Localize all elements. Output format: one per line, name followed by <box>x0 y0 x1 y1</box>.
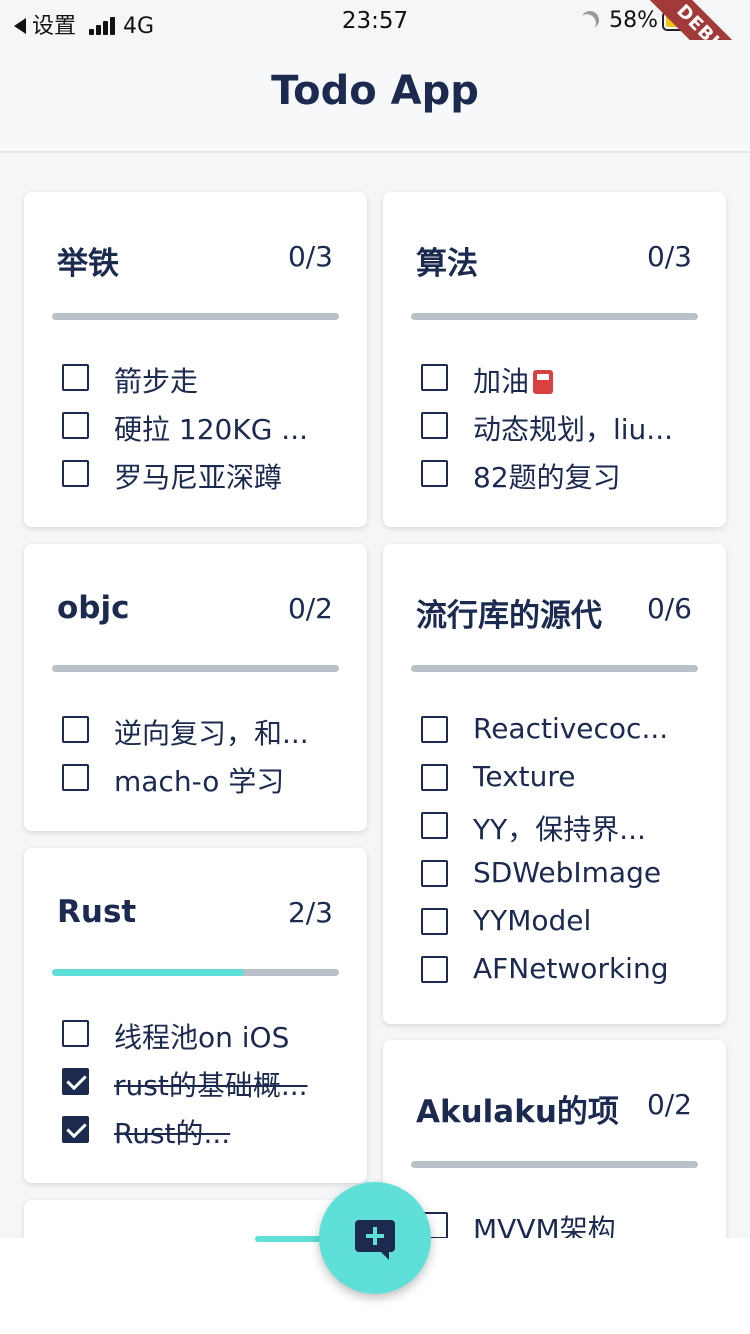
todo-item[interactable]: mach-o 学习 <box>62 760 347 808</box>
checkbox[interactable] <box>62 1020 89 1047</box>
todo-card[interactable]: objc 0/2 逆向复习，和... mach-o 学习 <box>24 544 367 831</box>
checkbox[interactable] <box>62 412 89 439</box>
status-bar: 设置 4G 23:57 58% <box>0 0 750 40</box>
todo-text: 硬拉 120KG ... <box>114 413 309 446</box>
checkbox[interactable] <box>62 364 89 391</box>
battery-percent: 58% <box>609 8 658 33</box>
app-bar: Todo App <box>0 40 750 153</box>
todo-text: 82题的复习 <box>473 461 621 494</box>
do-not-disturb-icon <box>579 8 602 31</box>
progress-peek <box>255 1236 325 1242</box>
todo-card[interactable]: 流行库的源代 0/6 Reactivecoc... Texture YY，保持界… <box>383 544 726 1024</box>
progress-bar <box>411 313 698 320</box>
checkbox[interactable] <box>421 764 448 791</box>
todo-card[interactable]: 举铁 0/3 箭步走 硬拉 120KG ... 罗马尼亚深蹲 <box>24 192 367 527</box>
card-title: 算法 <box>416 246 478 282</box>
todo-text: SDWebImage <box>473 856 662 889</box>
checkbox[interactable] <box>62 460 89 487</box>
todo-item[interactable]: 逆向复习，和... <box>62 712 347 760</box>
add-todo-button[interactable] <box>319 1182 431 1294</box>
todo-item[interactable]: 线程池on iOS <box>62 1016 347 1064</box>
progress-bar <box>411 1161 698 1168</box>
page-title: Todo App <box>271 68 479 114</box>
checkbox[interactable] <box>62 1116 89 1143</box>
fuel-pump-icon <box>533 370 554 394</box>
todo-text: 线程池on iOS <box>114 1021 290 1054</box>
todo-item[interactable]: AFNetworking <box>421 952 706 1000</box>
card-count: 0/6 <box>646 592 692 625</box>
progress-bar <box>52 665 339 672</box>
todo-text: Rust的... <box>114 1117 231 1150</box>
checkbox[interactable] <box>421 908 448 935</box>
todo-item[interactable]: 罗马尼亚深蹲 <box>62 456 347 504</box>
todo-item[interactable]: Rust的... <box>62 1112 347 1160</box>
todo-list: Reactivecoc... Texture YY，保持界... SDWebIm… <box>421 712 706 1000</box>
todo-item[interactable]: YY，保持界... <box>421 808 706 856</box>
add-comment-icon <box>355 1220 395 1260</box>
checkbox[interactable] <box>421 412 448 439</box>
todo-item[interactable]: 82题的复习 <box>421 456 706 504</box>
checkbox[interactable] <box>62 764 89 791</box>
progress-bar <box>52 969 339 976</box>
todo-list: 加油 动态规划，liu... 82题的复习 <box>421 360 706 504</box>
todo-text: Reactivecoc... <box>473 712 669 745</box>
card-title: 举铁 <box>57 246 119 282</box>
todo-item[interactable]: 动态规划，liu... <box>421 408 706 456</box>
checkbox[interactable] <box>421 716 448 743</box>
card-count: 0/3 <box>646 240 692 273</box>
todo-text: 加油 <box>473 360 554 400</box>
todo-text: Texture <box>473 760 576 793</box>
card-count: 2/3 <box>287 896 333 929</box>
todo-item[interactable]: Texture <box>421 760 706 808</box>
checkbox[interactable] <box>421 956 448 983</box>
todo-text: AFNetworking <box>473 952 669 985</box>
todo-item[interactable]: 加油 <box>421 360 706 408</box>
todo-text: rust的基础概... <box>114 1069 308 1102</box>
todo-list: 逆向复习，和... mach-o 学习 <box>62 712 347 808</box>
todo-card[interactable]: Rust 2/3 线程池on iOS rust的基础概... Rust的... <box>24 848 367 1183</box>
card-title: objc <box>57 590 130 626</box>
card-count: 0/2 <box>287 592 333 625</box>
todo-text: mach-o 学习 <box>114 765 285 798</box>
todo-item[interactable]: 硬拉 120KG ... <box>62 408 347 456</box>
todo-list: 线程池on iOS rust的基础概... Rust的... <box>62 1016 347 1160</box>
checkbox[interactable] <box>62 1068 89 1095</box>
checkbox[interactable] <box>421 364 448 391</box>
card-title: 流行库的源代 <box>416 598 602 634</box>
todo-text: 箭步走 <box>114 365 199 398</box>
todo-item[interactable]: rust的基础概... <box>62 1064 347 1112</box>
todo-text: YYModel <box>473 904 592 937</box>
todo-item[interactable]: 箭步走 <box>62 360 347 408</box>
todo-text: 逆向复习，和... <box>114 717 309 750</box>
checkbox[interactable] <box>421 860 448 887</box>
todo-item[interactable]: Reactivecoc... <box>421 712 706 760</box>
checkbox[interactable] <box>421 812 448 839</box>
card-title: Rust <box>57 894 137 930</box>
card-count: 0/2 <box>646 1088 692 1121</box>
card-count: 0/3 <box>287 240 333 273</box>
card-title: Akulaku的项 <box>416 1094 619 1130</box>
progress-bar <box>52 313 339 320</box>
todo-list: 箭步走 硬拉 120KG ... 罗马尼亚深蹲 <box>62 360 347 504</box>
checkbox[interactable] <box>421 460 448 487</box>
todo-text: YY，保持界... <box>473 813 646 846</box>
todo-text: 罗马尼亚深蹲 <box>114 461 283 494</box>
checkbox[interactable] <box>62 716 89 743</box>
todo-card[interactable]: 算法 0/3 加油 动态规划，liu... 82题的复习 <box>383 192 726 527</box>
todo-item[interactable]: SDWebImage <box>421 856 706 904</box>
todo-item[interactable]: YYModel <box>421 904 706 952</box>
progress-bar <box>411 665 698 672</box>
todo-text: 动态规划，liu... <box>473 413 674 446</box>
